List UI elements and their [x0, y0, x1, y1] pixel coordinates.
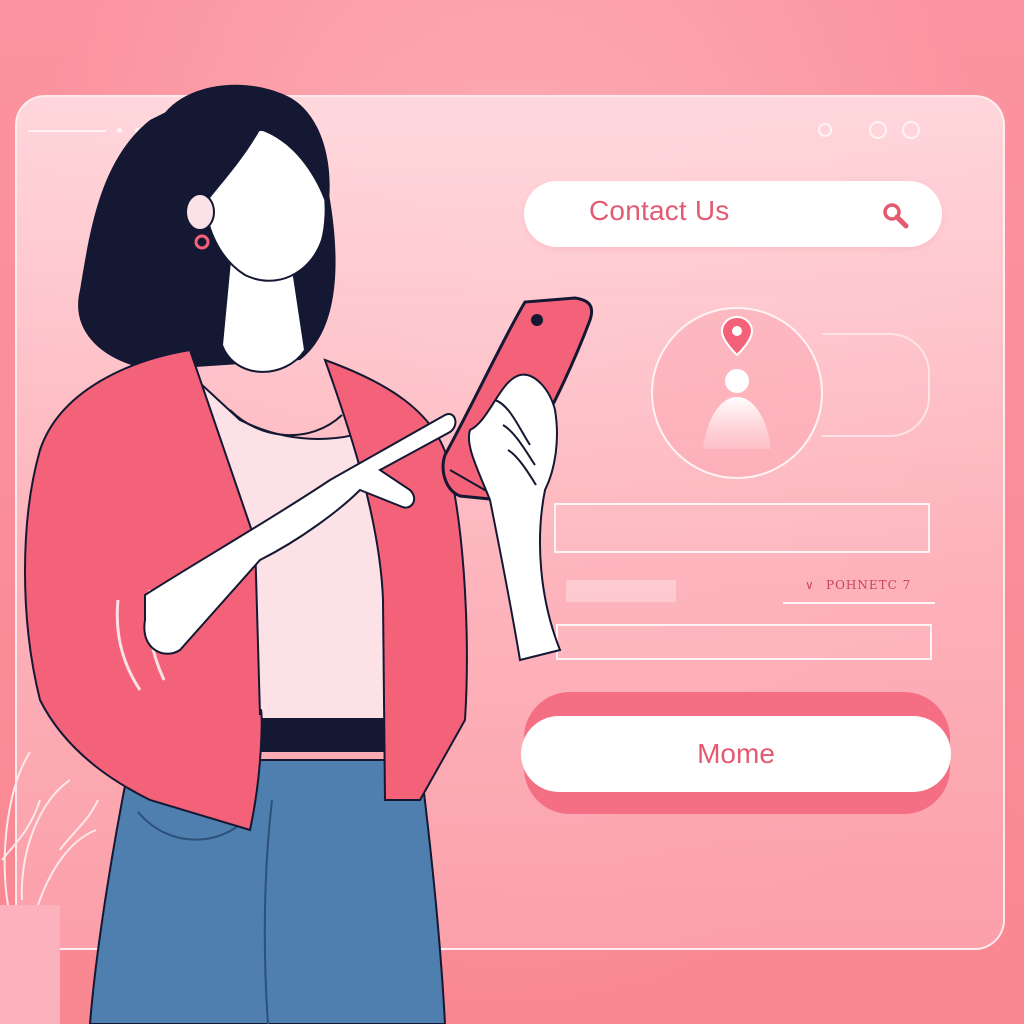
search-icon[interactable] — [880, 200, 910, 230]
avatar[interactable] — [651, 307, 823, 479]
window-title-line — [28, 130, 106, 132]
form-input-field-2[interactable] — [556, 624, 932, 660]
window-minimize-icon[interactable] — [818, 123, 832, 137]
window-dot — [135, 128, 140, 133]
search-input-text: Contact Us — [589, 195, 730, 226]
avatar-tab — [822, 333, 930, 437]
form-input-placeholder[interactable] — [566, 580, 676, 602]
dropdown-underline — [783, 602, 935, 604]
chevron-down-icon[interactable]: ∨ — [805, 578, 814, 592]
form-input-field[interactable] — [554, 503, 930, 553]
user-location-icon — [703, 315, 771, 449]
home-button[interactable]: Mome — [521, 716, 951, 792]
window-dot — [117, 128, 122, 133]
window-maximize-icon[interactable] — [869, 121, 887, 139]
home-button-label: Mome — [697, 738, 775, 769]
search-bar[interactable]: Contact Us — [524, 181, 942, 247]
window-close-icon[interactable] — [902, 121, 920, 139]
dropdown-label: POHNETC 7 — [826, 578, 912, 592]
